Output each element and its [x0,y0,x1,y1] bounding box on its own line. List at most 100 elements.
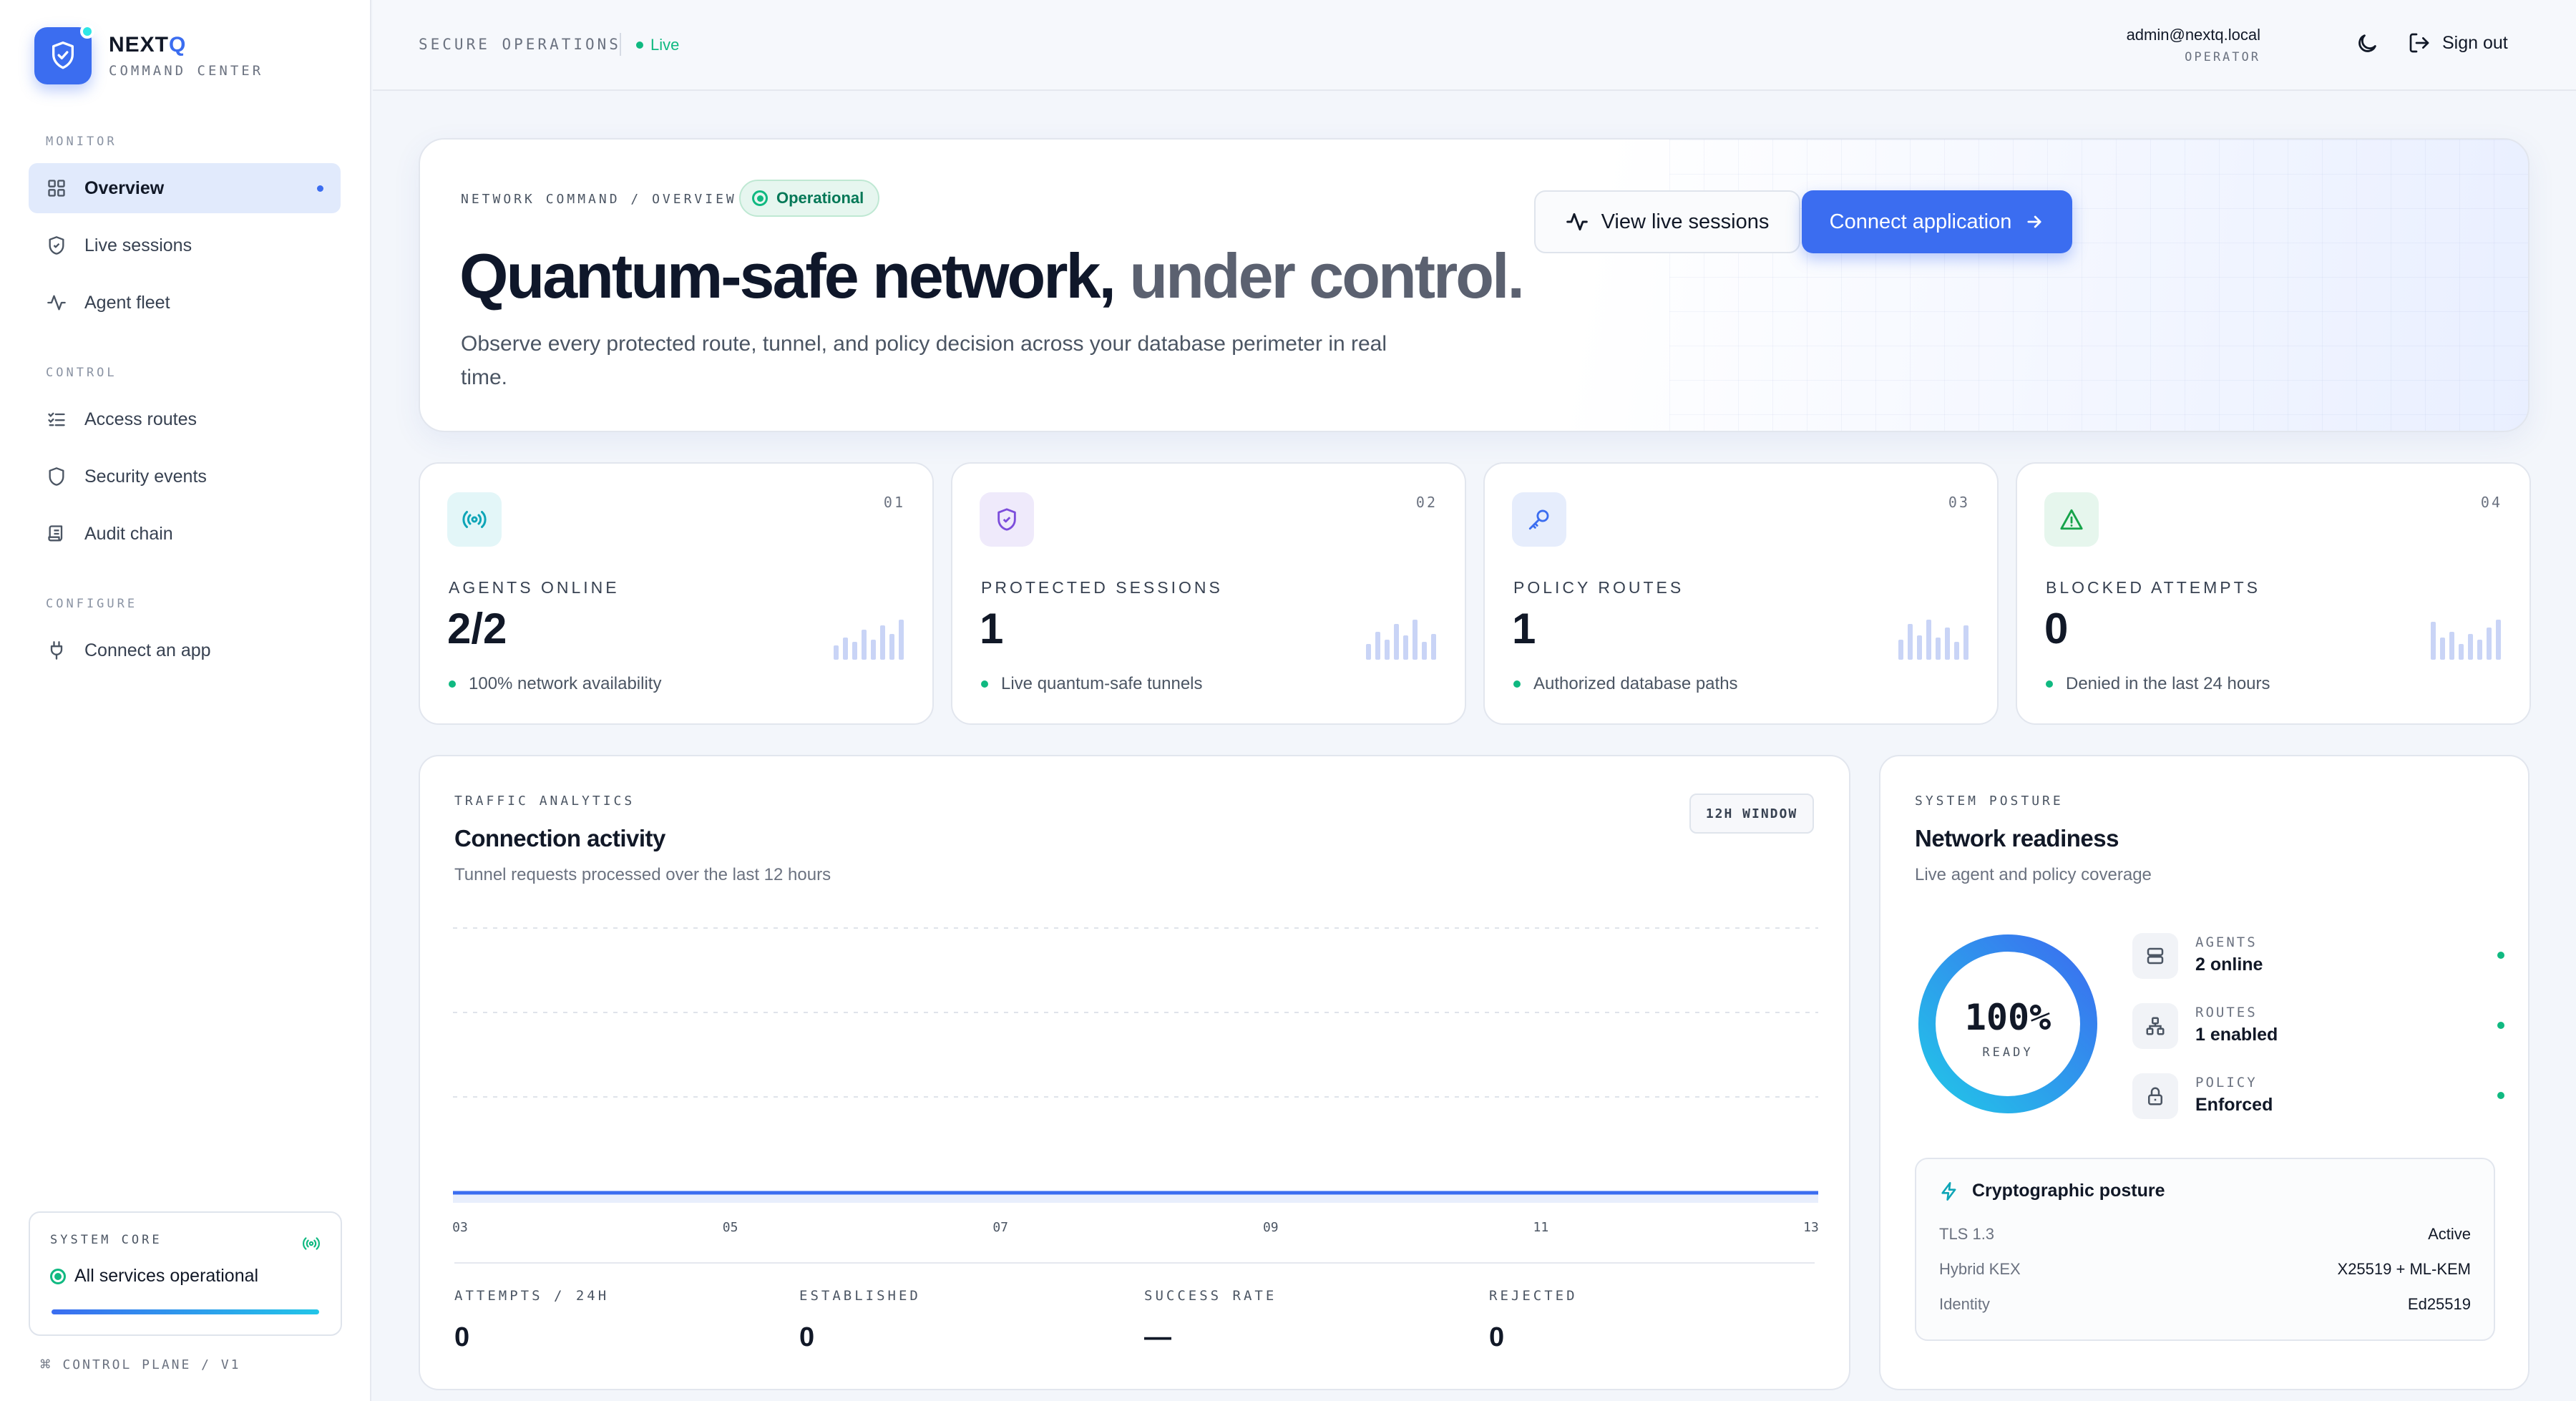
view-live-sessions-button[interactable]: View live sessions [1534,190,1800,253]
stat-subtext: Denied in the last 24 hours [2046,674,2270,694]
card-subtitle: Tunnel requests processed over the last … [454,865,831,884]
topbar: SECURE OPERATIONS Live admin@nextq.local… [373,0,2576,91]
sidebar-item-security-events[interactable]: Security events [29,451,341,502]
stat-label: PROTECTED SESSIONS [981,578,1223,597]
system-posture-card: SYSTEM POSTURE Network readiness Live ag… [1879,755,2529,1390]
card-subtitle: Live agent and policy coverage [1915,865,2152,884]
spark-bar [2477,640,2482,660]
system-core-panel: SYSTEM CORE All services operational [29,1211,342,1336]
spark-bar [889,634,894,660]
page-title: Quantum-safe network, under control. [459,240,1525,311]
user-role: OPERATOR [2185,50,2260,64]
system-health-bar [52,1309,319,1314]
user-email: admin@nextq.local [2126,26,2260,44]
stat-card-sessions[interactable]: 02 PROTECTED SESSIONS 1 Live quantum-saf… [951,462,1466,725]
logout-icon [2409,33,2429,53]
stat-card-blocked[interactable]: 04 BLOCKED ATTEMPTS 0 Denied in the last… [2016,462,2531,725]
stat-value: 2/2 [447,605,507,653]
network-icon [2132,1003,2178,1049]
spark-bar [852,642,857,660]
spark-bar [2468,634,2473,660]
spark-bar [2449,632,2454,660]
sidebar-item-overview[interactable]: Overview [29,163,341,213]
spark-bar [880,625,885,660]
stat-value: 1 [980,605,1004,653]
spark-bar [1917,635,1922,660]
sidebar-item-audit-chain[interactable]: Audit chain [29,509,341,559]
x-tick-label: 11 [1533,1220,1549,1235]
spark-bar [2459,644,2464,660]
spark-bar [1963,625,1968,660]
user-info: admin@nextq.local OPERATOR [2127,26,2260,64]
brand-name: NEXTQ [109,33,187,57]
sidebar-item-agent-fleet[interactable]: Agent fleet [29,278,341,328]
status-dot [80,24,94,39]
stat-subtext: Live quantum-safe tunnels [981,674,1203,694]
sidebar-item-label: Security events [84,466,207,487]
card-title: Connection activity [454,825,665,851]
key-icon [1512,492,1566,547]
card-eyebrow: SYSTEM POSTURE [1915,794,2064,809]
card-eyebrow: TRAFFIC ANALYTICS [454,794,635,809]
kpi-success-rate: SUCCESS RATE — [1144,1288,1277,1352]
sidebar-item-connect-app[interactable]: Connect an app [29,625,341,675]
live-indicator: Live [636,36,679,54]
spark-bar [1926,620,1931,660]
control-plane-footer: ⌘ CONTROL PLANE / V1 [40,1354,241,1375]
sparkline [829,617,904,660]
sidebar-item-label: Audit chain [84,523,173,544]
lock-icon [2132,1073,2178,1119]
activity-icon [1566,213,1588,231]
broadcast-icon [302,1234,321,1253]
active-indicator [317,185,323,192]
time-window-button[interactable]: 12H WINDOW [1689,794,1814,834]
spark-bar [1908,624,1913,660]
list-check-icon [46,409,67,430]
status-badge: Operational [739,180,880,217]
server-icon [2132,933,2178,979]
nav-section-monitor: MONITOR [46,135,117,149]
sidebar-item-access-routes[interactable]: Access routes [29,394,341,444]
connect-application-button[interactable]: Connect application [1802,190,2072,253]
broadcast-icon [447,492,502,547]
brand[interactable]: NEXTQ COMMAND CENTER [34,24,263,84]
spark-bar [1366,644,1371,660]
spark-bar [1431,634,1436,660]
spark-bar [1413,620,1418,660]
spark-bar [1385,640,1390,660]
kpi-rejected: REJECTED 0 [1489,1288,1578,1352]
shield-icon [980,492,1034,547]
activity-icon [46,292,67,313]
stat-card-routes[interactable]: 03 POLICY ROUTES 1 Authorized database p… [1483,462,1999,725]
divider [454,1262,1815,1264]
sidebar-item-live-sessions[interactable]: Live sessions [29,220,341,270]
sign-out-button[interactable]: Sign out [2408,31,2508,54]
status-ok-icon [50,1268,66,1284]
shield-logo-icon [34,24,94,84]
stat-subtext: 100% network availability [449,674,661,694]
stat-card-agents[interactable]: 01 AGENTS ONLINE 2/2 100% network availa… [419,462,934,725]
theme-toggle-moon-icon[interactable] [2355,31,2379,56]
spark-bar [1403,635,1408,660]
system-core-label: SYSTEM CORE [50,1233,162,1247]
sparkline [2426,617,2501,660]
spark-bar [843,638,848,660]
readiness-donut: 100% READY [1915,931,2101,1117]
readiness-percent: 100% [1964,997,2051,1038]
crypto-row-tls: TLS 1.3 Active [1939,1225,2471,1243]
spark-bar [1898,640,1903,660]
kpi-attempts: ATTEMPTS / 24H 0 [454,1288,610,1352]
sidebar-item-label: Access routes [84,409,197,429]
breadcrumb: NETWORK COMMAND / OVERVIEW [461,192,737,207]
stat-label: POLICY ROUTES [1513,578,1684,597]
hero-panel: NETWORK COMMAND / OVERVIEW Operational Q… [419,138,2529,432]
sidebar: NEXTQ COMMAND CENTER MONITOR Overview Li… [0,0,371,1401]
spark-bar [862,630,867,660]
connection-activity-chart [453,927,1818,1203]
status-ok-icon [752,190,768,206]
nav-section-control: CONTROL [46,366,117,380]
sidebar-item-label: Overview [84,177,165,198]
scroll-icon [46,523,67,545]
crypto-posture-panel: Cryptographic posture TLS 1.3 Active Hybr… [1915,1158,2495,1341]
hero-description: Observe every protected route, tunnel, a… [461,332,1387,389]
